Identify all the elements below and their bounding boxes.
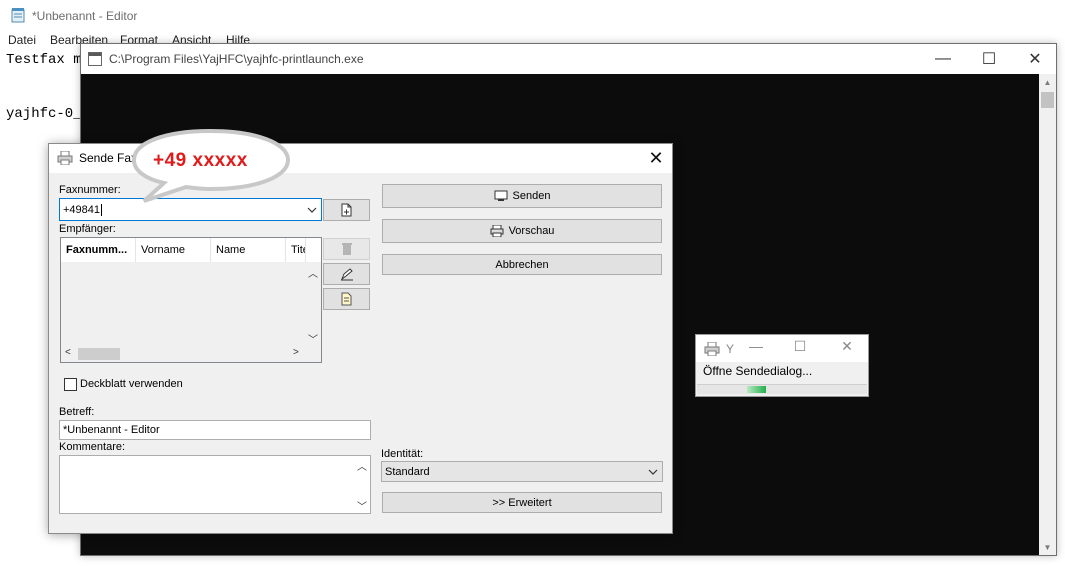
progress-title-bar: Y — ☐ ✕ xyxy=(696,335,868,362)
progress-bar xyxy=(697,384,867,394)
preview-button-label: Vorschau xyxy=(508,225,555,237)
scroll-thumb[interactable] xyxy=(1041,92,1054,108)
subject-value: *Unbenannt - Editor xyxy=(63,424,160,436)
notepad-line-1[interactable]: Testfax m xyxy=(6,52,82,68)
comments-textarea[interactable]: ︿ ﹀ xyxy=(59,455,371,514)
cancel-button-label: Abbrechen xyxy=(495,258,549,271)
scroll-down-icon[interactable]: ﹀ xyxy=(305,331,321,346)
annotation-text: +49 xxxxx xyxy=(153,150,248,171)
recipients-label: Empfänger: xyxy=(59,223,116,235)
printer-icon xyxy=(57,151,73,165)
minimize-button[interactable]: — xyxy=(745,338,767,354)
progress-title: Y xyxy=(726,342,735,356)
scroll-right-icon[interactable]: > xyxy=(293,347,299,358)
addressbook-button[interactable] xyxy=(323,288,370,310)
scroll-left-icon[interactable]: < xyxy=(65,347,71,358)
send-icon xyxy=(494,190,508,201)
scroll-thumb[interactable] xyxy=(78,348,120,360)
notepad-line-2[interactable]: yajhfc-0_ xyxy=(6,106,82,122)
send-button[interactable]: Senden xyxy=(382,184,662,208)
column-header[interactable]: Tite xyxy=(286,238,306,262)
subject-input[interactable]: *Unbenannt - Editor xyxy=(59,420,371,440)
subject-label: Betreff: xyxy=(59,406,95,418)
notepad-icon xyxy=(11,8,25,23)
table-header: Faxnumm... Vorname Name Tite xyxy=(61,238,321,262)
scroll-down-icon[interactable]: ▼ xyxy=(1039,539,1056,555)
identity-label: Identität: xyxy=(381,448,424,460)
column-header[interactable]: Vorname xyxy=(136,238,211,262)
scroll-up-icon[interactable]: ︿ xyxy=(354,458,370,473)
advanced-button[interactable]: >> Erweitert xyxy=(382,492,662,513)
trash-icon xyxy=(341,243,352,255)
chevron-down-icon[interactable] xyxy=(646,462,660,481)
column-header[interactable]: Faxnumm... xyxy=(61,238,136,262)
scroll-up-icon[interactable]: ︿ xyxy=(305,265,321,280)
printer-icon xyxy=(704,342,720,356)
chevron-down-icon[interactable] xyxy=(305,199,319,220)
coverpage-label[interactable]: Deckblatt verwenden xyxy=(80,378,183,390)
comments-scrollbar[interactable]: ︿ ﹀ xyxy=(354,456,370,513)
text-caret xyxy=(101,203,103,216)
console-title-bar: C:\Program Files\YajHFC\yajhfc-printlaun… xyxy=(81,44,1056,74)
preview-button[interactable]: Vorschau xyxy=(382,219,662,243)
menu-datei[interactable]: Datei xyxy=(8,33,36,47)
coverpage-checkbox[interactable] xyxy=(64,378,77,391)
advanced-button-label: >> Erweitert xyxy=(492,496,552,509)
progress-bar-fill xyxy=(747,386,766,393)
notepad-title: *Unbenannt - Editor xyxy=(32,9,138,23)
preview-icon xyxy=(490,225,504,237)
maximize-button[interactable]: ☐ xyxy=(789,338,811,355)
close-button[interactable]: ✕ xyxy=(1012,44,1058,74)
scroll-down-icon[interactable]: ﹀ xyxy=(354,498,370,513)
recipients-table[interactable]: Faxnumm... Vorname Name Tite ︿ ﹀ < > xyxy=(60,237,322,363)
cancel-button[interactable]: Abbrechen xyxy=(382,254,662,275)
console-scrollbar[interactable]: ▲ ▼ xyxy=(1039,74,1056,555)
identity-select[interactable]: Standard xyxy=(381,461,663,482)
close-button[interactable]: ✕ xyxy=(640,144,672,173)
identity-value: Standard xyxy=(385,465,430,478)
delete-recipient-button[interactable] xyxy=(323,238,370,260)
close-button[interactable]: ✕ xyxy=(836,338,858,355)
table-vertical-scrollbar[interactable]: ︿ ﹀ xyxy=(305,262,321,346)
edit-recipient-button[interactable] xyxy=(323,263,370,285)
table-horizontal-scrollbar[interactable]: < > xyxy=(61,346,305,362)
add-recipient-button[interactable] xyxy=(323,199,370,221)
maximize-button[interactable]: ☐ xyxy=(966,44,1012,74)
fax-number-value: +49841 xyxy=(63,203,101,216)
progress-window: Y — ☐ ✕ Öffne Sendedialog... xyxy=(695,334,869,397)
notepad-title-bar: *Unbenannt - Editor xyxy=(0,0,1065,32)
scroll-up-icon[interactable]: ▲ xyxy=(1039,74,1056,90)
console-icon xyxy=(88,52,102,66)
minimize-button[interactable]: — xyxy=(920,44,966,74)
addressbook-icon xyxy=(341,292,351,306)
add-document-icon xyxy=(341,203,351,217)
fax-number-label: Faxnummer: xyxy=(59,184,121,196)
edit-icon xyxy=(340,268,353,281)
column-header[interactable]: Name xyxy=(211,238,286,262)
send-button-label: Senden xyxy=(512,190,551,202)
comments-label: Kommentare: xyxy=(59,441,126,453)
progress-label: Öffne Sendedialog... xyxy=(703,364,813,378)
console-title: C:\Program Files\YajHFC\yajhfc-printlaun… xyxy=(109,52,364,66)
